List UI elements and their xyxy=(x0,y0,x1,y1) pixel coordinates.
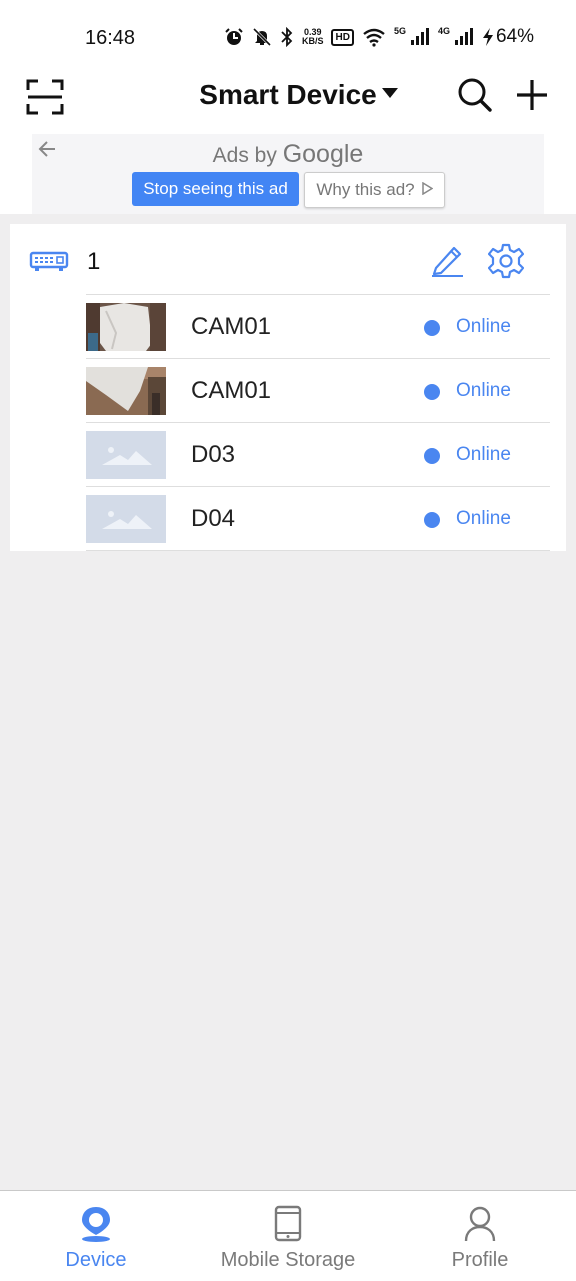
camera-snapshot xyxy=(86,303,166,351)
ad-banner: Ads by Google Stop seeing this ad Why th… xyxy=(0,134,576,214)
speed-unit: KB/S xyxy=(301,36,324,46)
channel-row[interactable]: CAM01 Online xyxy=(86,295,550,359)
device-group-name[interactable]: 1 xyxy=(87,248,100,276)
image-placeholder-icon xyxy=(86,495,166,543)
mute-icon xyxy=(252,27,272,47)
online-status-dot xyxy=(424,320,440,336)
app-header: Smart Device xyxy=(0,76,576,134)
ads-by-text: Ads by xyxy=(212,144,277,167)
person-icon xyxy=(463,1205,497,1248)
channel-row[interactable]: D04 Online xyxy=(86,487,550,551)
why-this-ad-button[interactable]: Why this ad? xyxy=(304,172,445,208)
signal-5g-icon xyxy=(410,27,430,47)
wifi-icon xyxy=(362,27,386,47)
location-pin-icon xyxy=(79,1205,113,1248)
add-icon[interactable] xyxy=(515,77,549,118)
camera-snapshot xyxy=(86,367,166,415)
channel-row[interactable]: CAM01 Online xyxy=(86,359,550,423)
charging-icon xyxy=(482,27,494,47)
network-speed: 0.39 KB/S xyxy=(302,28,324,46)
channel-name: CAM01 xyxy=(191,377,272,404)
bluetooth-icon xyxy=(280,27,294,47)
edit-pencil-icon[interactable] xyxy=(430,243,464,282)
alarm-icon xyxy=(224,27,244,47)
ads-by-google-label: Ads by Google xyxy=(32,140,544,169)
search-icon[interactable] xyxy=(457,76,493,119)
page-title: Smart Device xyxy=(199,79,377,110)
google-logo-text: Google xyxy=(282,140,364,168)
channel-status: Online xyxy=(456,508,511,529)
battery-percentage: 64% xyxy=(495,26,534,47)
bottom-navigation: Device Mobile Storage Profile xyxy=(0,1190,576,1281)
status-time: 16:48 xyxy=(85,27,136,49)
stop-seeing-ad-label: Stop seeing this ad xyxy=(143,179,288,198)
nav-label: Mobile Storage xyxy=(220,1249,356,1271)
tablet-icon xyxy=(273,1205,303,1248)
channel-name: CAM01 xyxy=(191,313,272,340)
channel-status: Online xyxy=(456,444,511,465)
play-triangle-icon xyxy=(421,180,434,200)
online-status-dot xyxy=(424,512,440,528)
nav-item-device[interactable]: Device xyxy=(0,1191,192,1281)
channel-name: D03 xyxy=(191,441,236,468)
nav-item-profile[interactable]: Profile xyxy=(384,1191,576,1281)
nav-item-mobile-storage[interactable]: Mobile Storage xyxy=(192,1191,384,1281)
nav-label: Profile xyxy=(451,1249,509,1271)
why-this-ad-label: Why this ad? xyxy=(316,180,415,199)
gear-icon[interactable] xyxy=(487,243,525,284)
stop-seeing-ad-button[interactable]: Stop seeing this ad xyxy=(132,172,299,206)
online-status-dot xyxy=(424,384,440,400)
status-bar: 16:48 0.39 KB/S HD 5G 4G 64% xyxy=(0,0,576,76)
device-group-card: 1 CAM01 Online CAM01 Online D03 Online D… xyxy=(10,224,566,551)
signal-4g-icon xyxy=(454,27,474,47)
hd-badge: HD xyxy=(331,28,354,46)
nav-label: Device xyxy=(65,1249,127,1271)
nvr-device-icon xyxy=(29,248,69,279)
status-icons: 0.39 KB/S HD 5G 4G 64% xyxy=(224,26,534,48)
net-4g-label: 4G xyxy=(437,26,450,36)
caret-down-icon[interactable] xyxy=(381,86,399,104)
image-placeholder-icon xyxy=(86,431,166,479)
channel-name: D04 xyxy=(191,505,236,532)
net-5g-label: 5G xyxy=(393,26,406,36)
ad-container: Ads by Google Stop seeing this ad Why th… xyxy=(32,134,544,214)
online-status-dot xyxy=(424,448,440,464)
channel-status: Online xyxy=(456,316,511,337)
channel-row[interactable]: D03 Online xyxy=(86,423,550,487)
divider xyxy=(86,550,550,551)
channel-status: Online xyxy=(456,380,511,401)
